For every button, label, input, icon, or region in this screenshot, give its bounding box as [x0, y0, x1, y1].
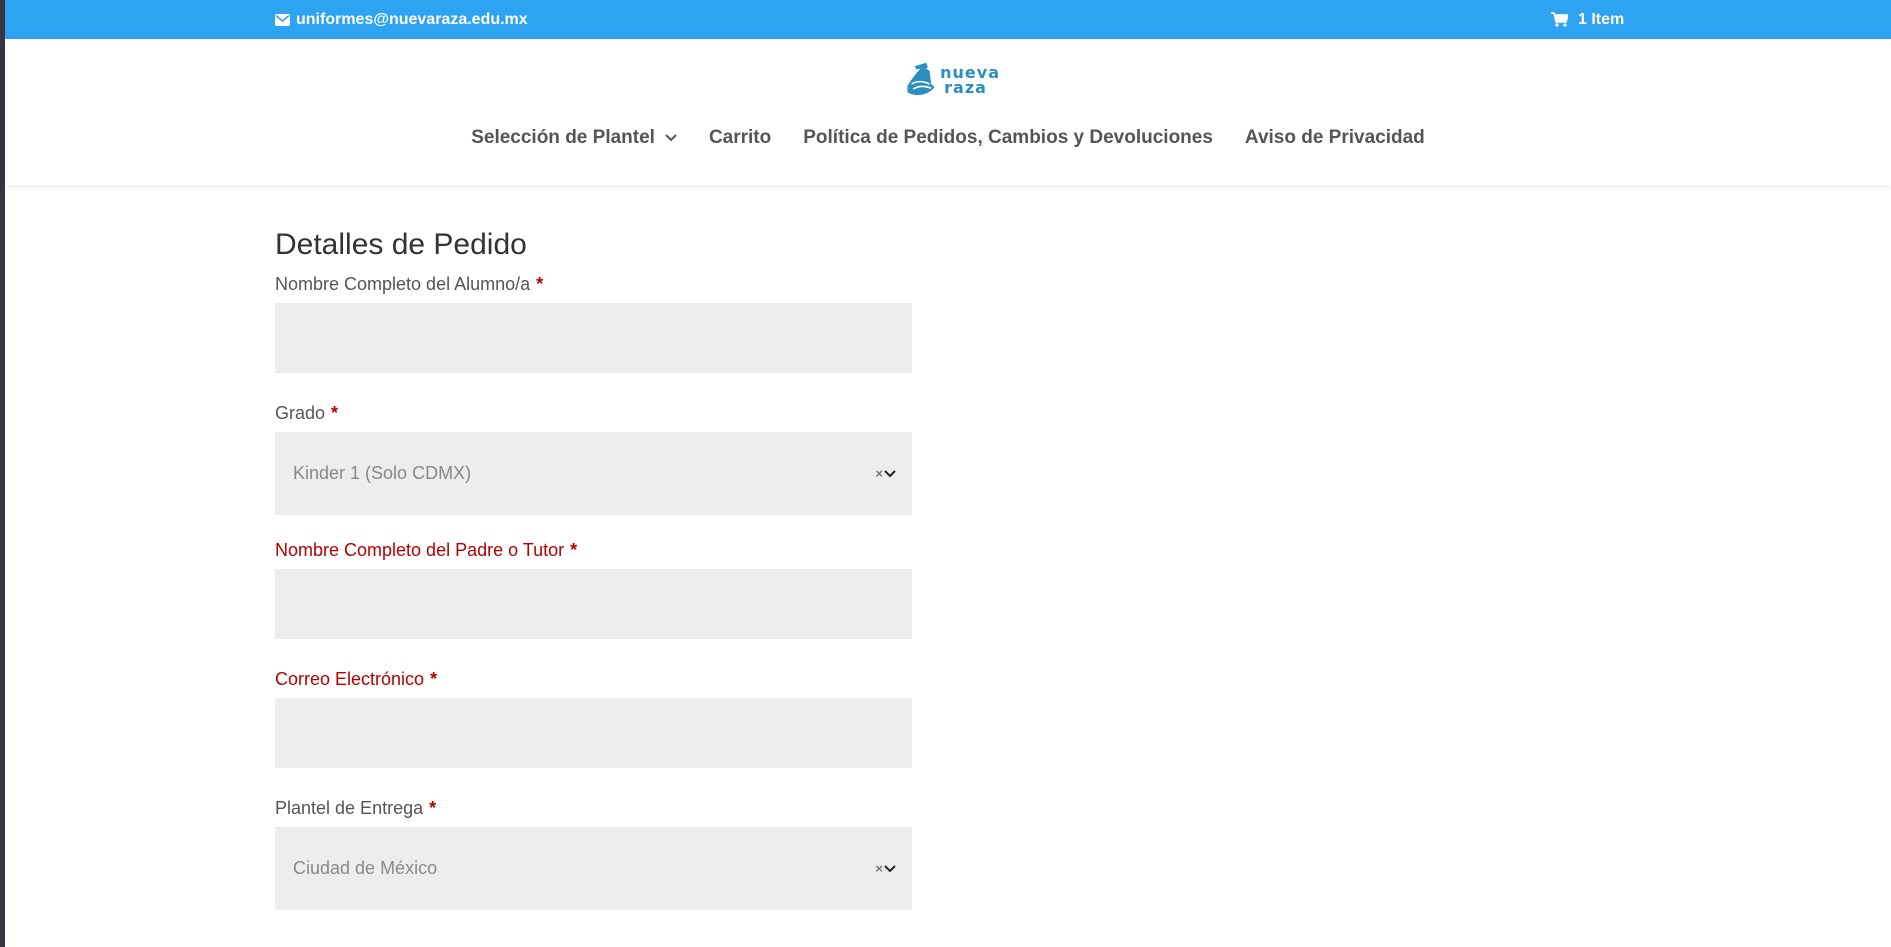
clear-icon[interactable]: ×	[875, 861, 883, 876]
form-title: Detalles de Pedido	[275, 228, 527, 261]
main-nav: Selección de Plantel Carrito Política de…	[5, 127, 1891, 149]
parent-name-input[interactable]	[275, 569, 912, 639]
parent-name-label: Nombre Completo del Padre o Tutor *	[275, 540, 915, 561]
nav-item-label: Selección de Plantel	[471, 127, 655, 148]
required-asterisk: *	[429, 798, 437, 818]
delivery-campus-label: Plantel de Entrega *	[275, 798, 915, 819]
required-asterisk: *	[536, 274, 544, 294]
site-logo[interactable]: nueva raza	[905, 55, 1000, 105]
label-text: Correo Electrónico	[275, 669, 425, 689]
envelope-icon	[275, 13, 290, 26]
nav-item-seleccion-de-plantel[interactable]: Selección de Plantel	[471, 127, 677, 149]
order-details-form: Detalles de Pedido Nombre Completo del A…	[275, 228, 915, 935]
cart-link[interactable]: 1 Item	[1551, 0, 1624, 39]
nav-item-politica-de-pedidos[interactable]: Política de Pedidos, Cambios y Devolucio…	[803, 127, 1213, 149]
label-text: Nombre Completo del Alumno/a	[275, 274, 531, 294]
required-asterisk: *	[331, 403, 339, 423]
email-text: uniformes@nuevaraza.edu.mx	[296, 10, 528, 28]
student-name-label: Nombre Completo del Alumno/a *	[275, 274, 915, 295]
chevron-down-icon	[884, 469, 896, 477]
chevron-down-icon	[665, 134, 677, 142]
nav-item-aviso-de-privacidad[interactable]: Aviso de Privacidad	[1245, 127, 1425, 149]
site-header: nueva raza Selección de Plantel Carrito …	[5, 39, 1891, 185]
cart-icon	[1551, 12, 1568, 27]
grade-label: Grado *	[275, 403, 915, 424]
grade-select[interactable]: Kinder 1 (Solo CDMX) ×	[275, 432, 912, 515]
clear-icon[interactable]: ×	[875, 466, 883, 481]
ship-logo-icon	[907, 62, 935, 96]
email-input[interactable]	[275, 698, 912, 768]
label-text: Nombre Completo del Padre o Tutor	[275, 540, 565, 560]
nav-item-label: Carrito	[708, 127, 772, 148]
contact-email[interactable]: uniformes@nuevaraza.edu.mx	[275, 0, 528, 39]
campus-selected-value: Ciudad de México	[293, 858, 438, 878]
required-asterisk: *	[570, 540, 578, 560]
select-controls: ×	[875, 861, 896, 876]
logo-line-2: raza	[944, 78, 987, 97]
grade-selected-value: Kinder 1 (Solo CDMX)	[293, 463, 472, 483]
delivery-campus-select[interactable]: Ciudad de México ×	[275, 827, 912, 910]
label-text: Grado	[275, 403, 326, 423]
top-bar: uniformes@nuevaraza.edu.mx 1 Item	[5, 0, 1891, 39]
logo-wordmark: nueva raza	[940, 65, 1000, 97]
email-label: Correo Electrónico *	[275, 669, 915, 690]
nav-item-carrito[interactable]: Carrito	[709, 127, 771, 149]
select-controls: ×	[875, 466, 896, 481]
label-text: Plantel de Entrega	[275, 798, 424, 818]
student-name-input[interactable]	[275, 303, 912, 373]
nav-item-label: Política de Pedidos, Cambios y Devolucio…	[803, 127, 1213, 148]
nav-item-label: Aviso de Privacidad	[1244, 127, 1425, 148]
required-asterisk: *	[430, 669, 438, 689]
chevron-down-icon	[884, 864, 896, 872]
cart-count: 1 Item	[1578, 10, 1625, 28]
